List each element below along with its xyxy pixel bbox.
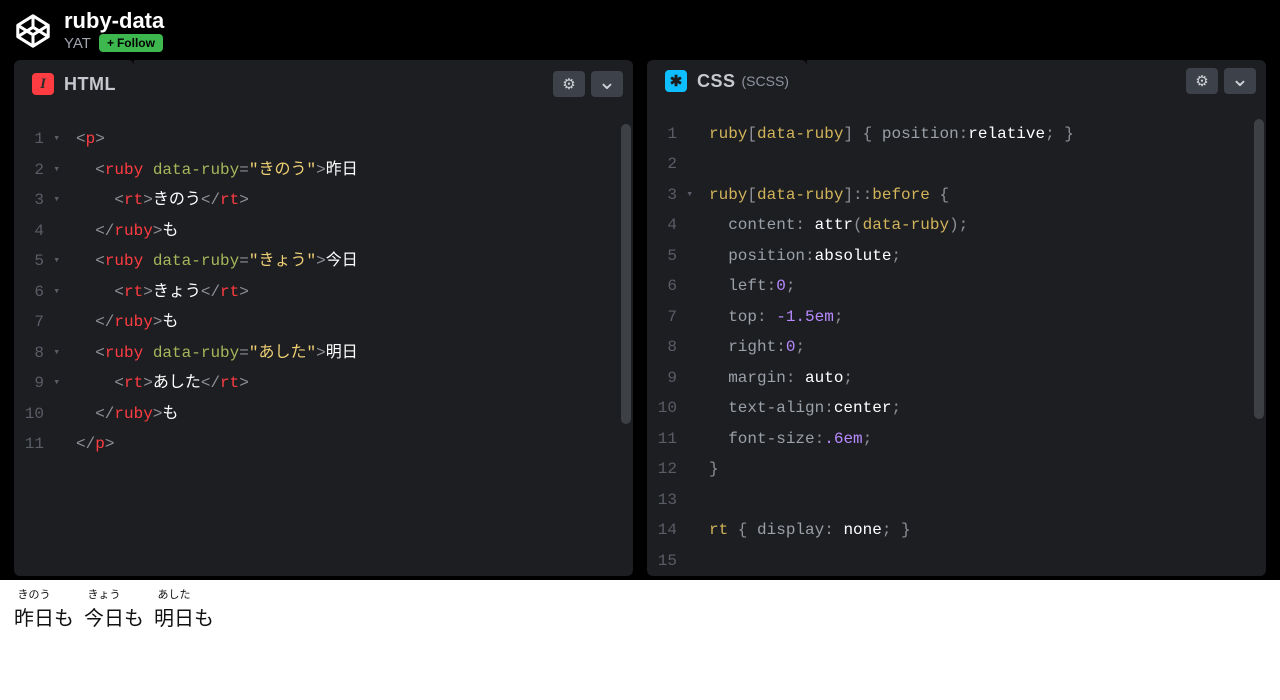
- css-settings-button[interactable]: [1186, 68, 1218, 94]
- html-settings-button[interactable]: [553, 71, 585, 97]
- css-scrollbar[interactable]: [1254, 119, 1264, 419]
- html-gutter: 1234567891011: [14, 108, 70, 576]
- pen-title: ruby-data: [64, 10, 164, 32]
- follow-label: Follow: [117, 36, 155, 50]
- css-sublang: (SCSS): [742, 73, 789, 89]
- html-scrollbar[interactable]: [621, 124, 631, 424]
- html-code-text[interactable]: <p> <ruby data-ruby="きのう">昨日 <rt>きのう</rt…: [70, 108, 633, 576]
- html-editor[interactable]: 1234567891011 <p> <ruby data-ruby="きのう">…: [14, 108, 633, 576]
- tab-css[interactable]: ✱ CSS (SCSS): [647, 60, 807, 103]
- app-header: ruby-data YAT +Follow: [0, 0, 1280, 60]
- css-editor[interactable]: 123456789101112131415 ruby[data-ruby] { …: [647, 103, 1266, 577]
- plus-icon: +: [107, 36, 114, 50]
- author-name[interactable]: YAT: [64, 35, 91, 52]
- codepen-logo-icon: [14, 12, 52, 50]
- tab-html[interactable]: I HTML: [14, 60, 134, 108]
- css-icon: ✱: [665, 70, 687, 92]
- output-preview: きのう昨日も きょう今日も あした明日も: [0, 580, 1280, 700]
- html-icon: I: [32, 73, 54, 95]
- css-panel: ✱ CSS (SCSS) 123456789101112131415 ruby[…: [647, 60, 1266, 576]
- html-tabbar: I HTML: [14, 60, 633, 108]
- html-label: HTML: [64, 74, 116, 95]
- css-menu-button[interactable]: [1224, 68, 1256, 94]
- css-code-text[interactable]: ruby[data-ruby] { position:relative; } r…: [703, 103, 1266, 577]
- follow-button[interactable]: +Follow: [99, 34, 163, 52]
- html-panel: I HTML 1234567891011 <p> <ruby data-ruby…: [14, 60, 633, 576]
- css-gutter: 123456789101112131415: [647, 103, 703, 577]
- css-label: CSS: [697, 71, 736, 92]
- css-tabbar: ✱ CSS (SCSS): [647, 60, 1266, 103]
- editors-row: I HTML 1234567891011 <p> <ruby data-ruby…: [0, 60, 1280, 580]
- html-menu-button[interactable]: [591, 71, 623, 97]
